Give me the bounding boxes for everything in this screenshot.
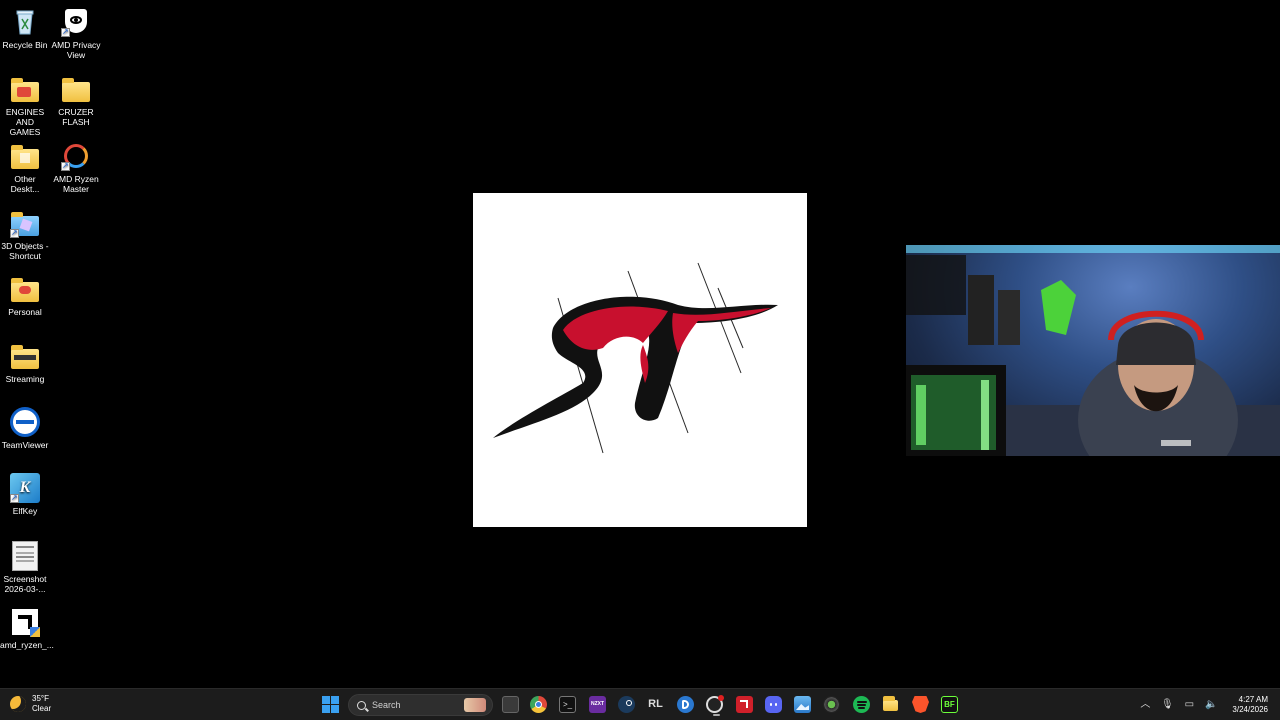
image-file-icon xyxy=(12,541,38,571)
obs-icon[interactable] xyxy=(706,695,724,716)
microphone-icon[interactable]: 🎙 xyxy=(1160,698,1174,712)
recycle-bin-icon[interactable]: Recycle Bin xyxy=(0,7,50,50)
folder-icon xyxy=(62,78,90,102)
battlefield-icon[interactable]: BF xyxy=(941,696,958,713)
amd-privacy-view-icon[interactable]: AMD Privacy View xyxy=(51,7,101,60)
clock-time: 4:27 AM xyxy=(1238,695,1268,704)
taskbar-search-box[interactable] xyxy=(348,694,493,716)
shield-icon xyxy=(30,627,40,637)
volume-icon[interactable]: 🔈 xyxy=(1204,698,1218,712)
bing-icon[interactable] xyxy=(677,696,694,713)
moon-icon xyxy=(10,696,26,712)
file-explorer-icon[interactable] xyxy=(882,696,899,713)
weather-temp: 35°F xyxy=(32,694,49,703)
amd-software-icon[interactable] xyxy=(736,696,753,713)
other-desktop-folder-icon[interactable]: Other Deskt... xyxy=(0,141,50,194)
spotify-icon[interactable] xyxy=(853,696,870,713)
shortcut-arrow-icon xyxy=(61,27,70,37)
webcam-overlay xyxy=(906,245,1280,456)
taskbar: 35°F Clear >_ NZXT RL BF ︿ 🎙 ▭ 🔈 4:27 AM… xyxy=(0,688,1280,720)
search-highlight-image xyxy=(464,698,486,712)
system-tray: ︿ 🎙 ▭ 🔈 4:27 AM 3/24/2026 xyxy=(1134,689,1280,720)
network-icon[interactable]: ▭ xyxy=(1182,698,1196,712)
task-view-icon[interactable] xyxy=(502,696,519,713)
streaming-folder-icon[interactable]: Streaming xyxy=(0,341,50,384)
discord-icon[interactable] xyxy=(765,696,782,713)
teamviewer-icon[interactable]: TeamViewer xyxy=(0,407,50,450)
elfkey-icon[interactable]: K ElfKey xyxy=(0,473,50,516)
screenshot-file-icon[interactable]: Screenshot 2026-03-... xyxy=(0,541,50,594)
windows-logo-icon xyxy=(322,696,330,704)
chrome-icon[interactable] xyxy=(530,696,547,713)
weather-widget[interactable]: 35°F Clear xyxy=(10,694,51,714)
engines-and-games-folder-icon[interactable]: ENGINES AND GAMES xyxy=(0,74,50,137)
start-button[interactable] xyxy=(322,696,339,713)
terminal-icon[interactable]: >_ xyxy=(559,696,576,713)
gpu-tool-icon[interactable] xyxy=(823,696,840,713)
steam-icon[interactable] xyxy=(618,696,635,713)
recycle-bin-graphic xyxy=(10,7,40,37)
search-icon xyxy=(357,700,366,710)
amd-ryzen-installer-icon[interactable]: amd_ryzen_... xyxy=(0,607,54,650)
teamviewer-logo-icon xyxy=(10,407,40,437)
shortcut-arrow-icon xyxy=(10,228,19,238)
rocket-league-icon[interactable]: RL xyxy=(647,696,664,713)
chevron-up-icon[interactable]: ︿ xyxy=(1138,698,1152,712)
clock-date: 3/24/2026 xyxy=(1232,705,1268,714)
sf-logo-image xyxy=(473,193,807,527)
nzxt-cam-icon[interactable]: NZXT xyxy=(589,696,606,713)
3d-objects-shortcut-icon[interactable]: 3D Objects - Shortcut xyxy=(0,208,50,261)
system-clock[interactable]: 4:27 AM 3/24/2026 xyxy=(1232,695,1268,715)
search-input[interactable] xyxy=(372,700,462,710)
amd-ryzen-master-icon[interactable]: AMD Ryzen Master xyxy=(51,141,101,194)
cruzer-flash-folder-icon[interactable]: CRUZER FLASH xyxy=(51,74,101,127)
shortcut-arrow-icon xyxy=(61,161,70,171)
brave-icon[interactable] xyxy=(912,696,929,713)
photos-icon[interactable] xyxy=(794,696,811,713)
personal-folder-icon[interactable]: Personal xyxy=(0,274,50,317)
shortcut-arrow-icon xyxy=(10,493,19,503)
weather-condition: Clear xyxy=(32,704,52,713)
